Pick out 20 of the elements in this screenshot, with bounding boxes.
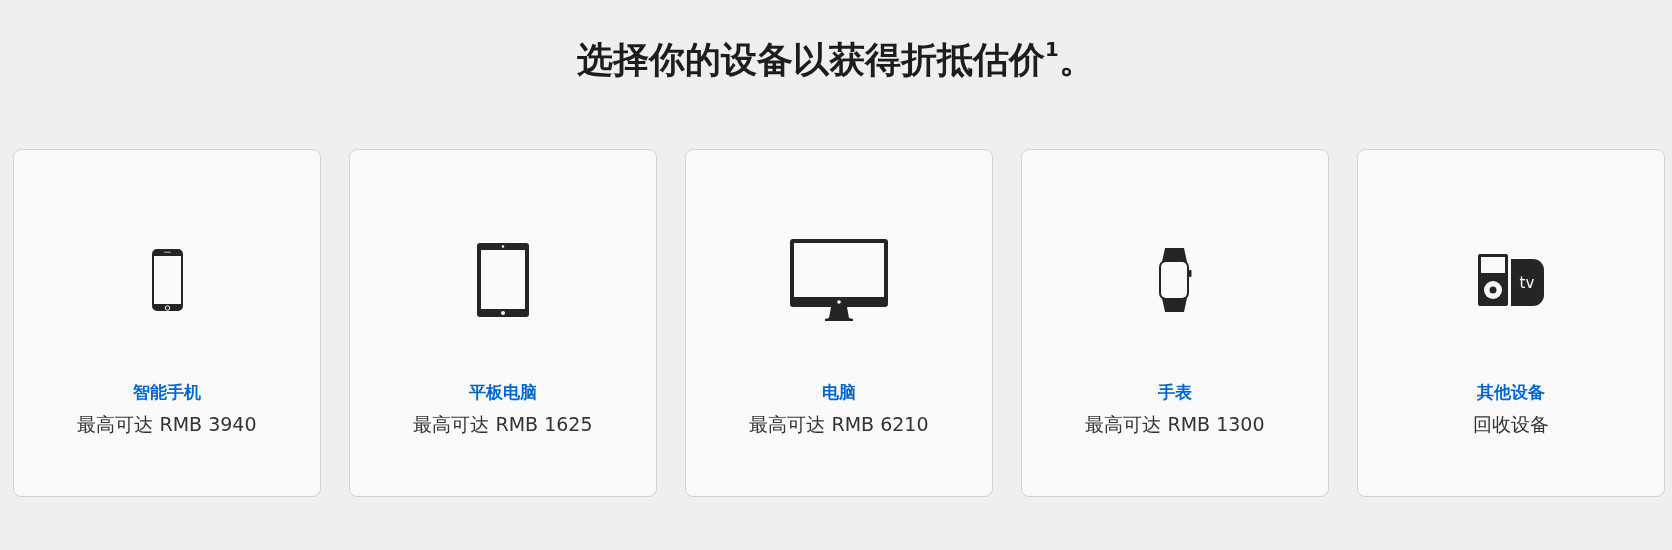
trade-in-value: 最高可达 RMB 1300 (1085, 411, 1265, 437)
device-category-link[interactable]: 其他设备 (1477, 380, 1545, 406)
device-category-link[interactable]: 电脑 (822, 380, 856, 406)
device-card[interactable]: 手表 最高可达 RMB 1300 (1021, 149, 1329, 497)
device-card[interactable]: tv 其他设备 回收设备 (1357, 149, 1665, 497)
trade-in-value: 最高可达 RMB 1625 (413, 411, 593, 437)
trade-in-value: 回收设备 (1473, 411, 1549, 437)
trade-in-value: 最高可达 RMB 3940 (77, 411, 257, 437)
phone-icon (150, 248, 184, 312)
page-heading: 选择你的设备以获得折抵估价$^{1}$。 (576, 37, 1096, 82)
device-card[interactable]: 平板电脑 最高可达 RMB 1625 (349, 149, 657, 497)
monitor-icon (790, 239, 888, 321)
device-category-link[interactable]: 智能手机 (133, 380, 201, 406)
device-category-link[interactable]: 手表 (1158, 380, 1192, 406)
device-card[interactable]: 智能手机 最高可达 RMB 3940 (13, 149, 321, 497)
tablet-icon (477, 243, 529, 317)
watch-icon (1158, 248, 1192, 312)
device-card[interactable]: 电脑 最高可达 RMB 6210 (685, 149, 993, 497)
trade-in-value: 最高可达 RMB 6210 (749, 411, 929, 437)
device-category-link[interactable]: 平板电脑 (469, 380, 537, 406)
